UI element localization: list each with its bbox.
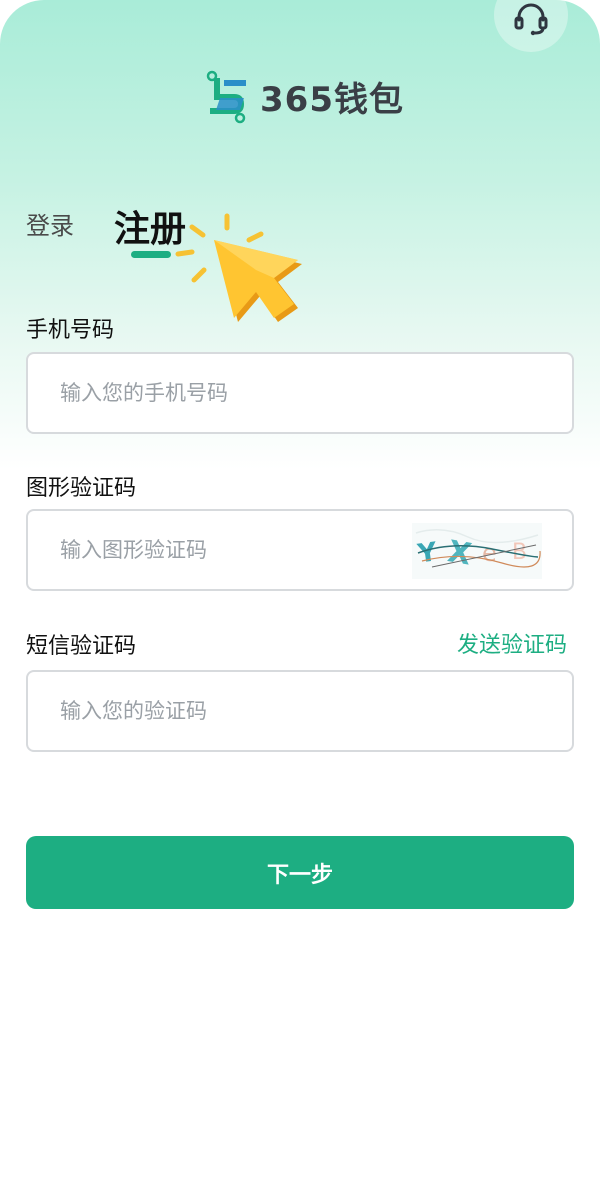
phone-label: 手机号码 [26,318,115,343]
active-tab-indicator [131,251,171,258]
pointer-cursor-icon [175,213,302,322]
phone-input[interactable] [60,381,572,405]
brand-logo: 365钱包 [200,68,404,124]
send-code-link[interactable]: 发送验证码 [457,627,567,659]
customer-support-button[interactable] [494,0,568,52]
register-screen: 365钱包 登录 注册 手机号码 图形验证码 Y X e B [0,0,600,1200]
svg-text:B: B [512,540,527,565]
sms-code-label: 短信验证码 [26,634,137,659]
brand-name: 365钱包 [260,79,404,120]
next-step-button[interactable]: 下一步 [26,836,574,909]
svg-text:e: e [482,539,497,567]
captcha-input[interactable] [60,538,400,562]
sms-code-input[interactable] [60,699,572,723]
captcha-field[interactable]: Y X e B [26,509,574,591]
captcha-image[interactable]: Y X e B [412,523,542,579]
headset-icon [514,3,548,36]
tab-login[interactable]: 登录 [26,206,74,241]
sms-code-field[interactable] [26,670,574,752]
wallet-logo-icon [206,70,246,124]
captcha-label: 图形验证码 [26,476,137,501]
phone-field[interactable] [26,352,574,434]
